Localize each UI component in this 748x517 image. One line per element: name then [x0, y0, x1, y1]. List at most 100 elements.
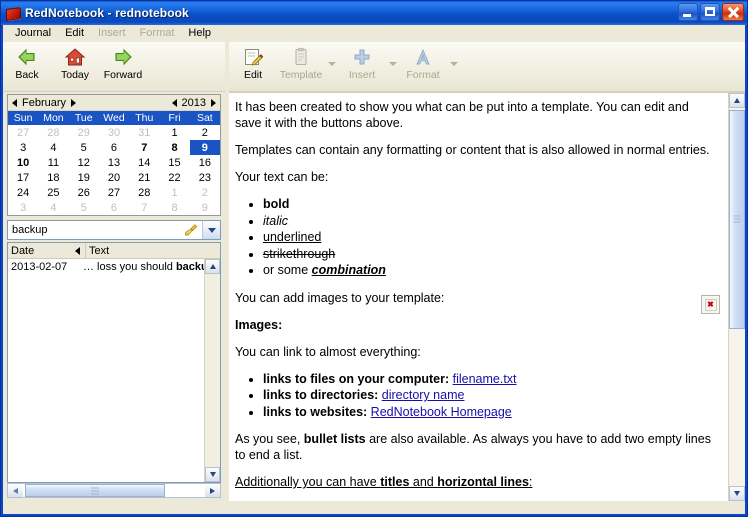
- minimize-button[interactable]: [678, 3, 698, 21]
- menu-format: Format: [139, 27, 175, 39]
- column-header-date[interactable]: Date: [8, 243, 86, 258]
- calendar-day[interactable]: 4: [38, 140, 68, 155]
- calendar-day[interactable]: 12: [69, 155, 99, 170]
- calendar-day[interactable]: 3: [8, 200, 38, 215]
- calendar-day-selected[interactable]: 9: [189, 140, 220, 155]
- menu-bar: Journal Edit Insert Format Help: [3, 25, 745, 42]
- paragraph-your-text: Your text can be:: [235, 170, 329, 184]
- format-underlined: underlined: [263, 230, 322, 244]
- menu-edit[interactable]: Edit: [58, 26, 91, 41]
- forward-button[interactable]: Forward: [99, 45, 147, 81]
- template-dropdown-arrow[interactable]: [325, 45, 338, 83]
- scroll-left-button[interactable]: [8, 484, 23, 497]
- calendar-day[interactable]: 28: [129, 185, 159, 200]
- next-year-arrow-icon[interactable]: [211, 98, 216, 107]
- calendar-day[interactable]: 31: [129, 125, 159, 140]
- edit-mode-button[interactable]: Edit: [229, 45, 277, 81]
- calendar-day[interactable]: 26: [69, 185, 99, 200]
- calendar-day[interactable]: 5: [69, 140, 99, 155]
- calendar-day[interactable]: 27: [99, 185, 129, 200]
- today-button-label: Today: [60, 69, 90, 81]
- calendar-day[interactable]: 15: [159, 155, 189, 170]
- calendar-day[interactable]: 16: [190, 155, 220, 170]
- calendar-day[interactable]: 11: [38, 155, 68, 170]
- editor-scroll-track[interactable]: [729, 108, 745, 486]
- paragraph-bullet-note: As you see, bullet lists are also availa…: [235, 432, 711, 462]
- calendar-day[interactable]: 25: [38, 185, 68, 200]
- horizontal-scroll-track[interactable]: [23, 484, 205, 497]
- scroll-down-button[interactable]: [205, 467, 220, 482]
- list-item: bold: [263, 196, 718, 213]
- paragraph-images-intro: You can add images to your template:: [235, 290, 445, 305]
- back-button[interactable]: Back: [3, 45, 51, 81]
- editor-vertical-scrollbar[interactable]: [728, 93, 745, 501]
- calendar-day[interactable]: 14: [129, 155, 159, 170]
- calendar-month-label: February: [22, 96, 67, 109]
- calendar-day[interactable]: 9: [190, 200, 220, 215]
- calendar-day[interactable]: 5: [69, 200, 99, 215]
- prev-month-arrow-icon[interactable]: [12, 98, 17, 107]
- editor-scroll-thumb[interactable]: [729, 110, 745, 330]
- calendar-day[interactable]: 24: [8, 185, 38, 200]
- link-filename[interactable]: filename.txt: [453, 372, 517, 386]
- calendar-week-row: 10 11 12 13 14 15 16: [8, 155, 220, 170]
- calendar-day[interactable]: 17: [8, 170, 38, 185]
- calendar-day[interactable]: 19: [69, 170, 99, 185]
- calendar-day[interactable]: 1: [159, 185, 189, 200]
- calendar-day[interactable]: 7: [129, 140, 159, 155]
- link-homepage[interactable]: RedNotebook Homepage: [371, 405, 512, 419]
- maximize-button[interactable]: [700, 3, 720, 21]
- calendar-day[interactable]: 6: [99, 200, 129, 215]
- calendar-day[interactable]: 4: [38, 200, 68, 215]
- search-input[interactable]: [8, 221, 180, 239]
- results-vertical-scrollbar[interactable]: [204, 259, 220, 482]
- edit-mode-button-label: Edit: [243, 69, 263, 81]
- results-body: 2013-02-07 … loss you should backup your: [8, 259, 220, 482]
- calendar-grid: Sun Mon Tue Wed Thu Fri Sat 27 28 29 30 …: [8, 111, 220, 215]
- preview-content[interactable]: It has been created to show you what can…: [229, 93, 728, 501]
- broom-icon[interactable]: [180, 221, 202, 239]
- scroll-up-button[interactable]: [205, 259, 220, 274]
- calendar-container: February 2013 Sun Mon Tue Wed Thu Fri Sa…: [3, 92, 225, 216]
- menu-journal[interactable]: Journal: [8, 26, 58, 41]
- column-header-text[interactable]: Text: [86, 243, 220, 258]
- result-text-match: backup: [175, 261, 204, 273]
- next-month-arrow-icon[interactable]: [71, 98, 77, 107]
- template-button-label: Template: [279, 69, 323, 81]
- calendar-day[interactable]: 30: [99, 125, 129, 140]
- table-row[interactable]: 2013-02-07 … loss you should backup your: [8, 259, 204, 275]
- calendar-day[interactable]: 22: [159, 170, 189, 185]
- calendar-day[interactable]: 27: [8, 125, 38, 140]
- calendar-day[interactable]: 29: [69, 125, 99, 140]
- calendar-day[interactable]: 7: [129, 200, 159, 215]
- editor-scroll-up-button[interactable]: [729, 93, 745, 108]
- format-dropdown-arrow[interactable]: [447, 45, 460, 83]
- calendar-day[interactable]: 21: [129, 170, 159, 185]
- calendar-day[interactable]: 10: [8, 155, 38, 170]
- column-header-date-label: Date: [11, 244, 35, 257]
- search-history-dropdown[interactable]: [202, 221, 220, 239]
- calendar-day[interactable]: 1: [159, 125, 189, 140]
- menu-help[interactable]: Help: [181, 26, 218, 41]
- link-directory[interactable]: directory name: [382, 388, 465, 402]
- insert-dropdown-arrow[interactable]: [386, 45, 399, 83]
- results-horizontal-scrollbar[interactable]: [7, 483, 221, 498]
- calendar-day[interactable]: 18: [38, 170, 68, 185]
- calendar-day[interactable]: 13: [99, 155, 129, 170]
- editor-scroll-down-button[interactable]: [729, 486, 745, 501]
- horizontal-scroll-thumb[interactable]: [25, 484, 165, 497]
- calendar-day[interactable]: 8: [159, 140, 189, 155]
- calendar-day[interactable]: 6: [99, 140, 129, 155]
- prev-year-arrow-icon[interactable]: [171, 98, 177, 107]
- calendar-day[interactable]: 8: [159, 200, 189, 215]
- today-button[interactable]: Today: [51, 45, 99, 81]
- close-button[interactable]: [722, 3, 744, 21]
- scroll-right-button[interactable]: [205, 484, 220, 497]
- calendar-day[interactable]: 2: [190, 185, 220, 200]
- calendar-day[interactable]: 28: [38, 125, 68, 140]
- calendar-day[interactable]: 3: [8, 140, 38, 155]
- plus-icon: [351, 46, 373, 68]
- calendar-day[interactable]: 23: [190, 170, 220, 185]
- calendar-day[interactable]: 2: [190, 125, 220, 140]
- calendar-day[interactable]: 20: [99, 170, 129, 185]
